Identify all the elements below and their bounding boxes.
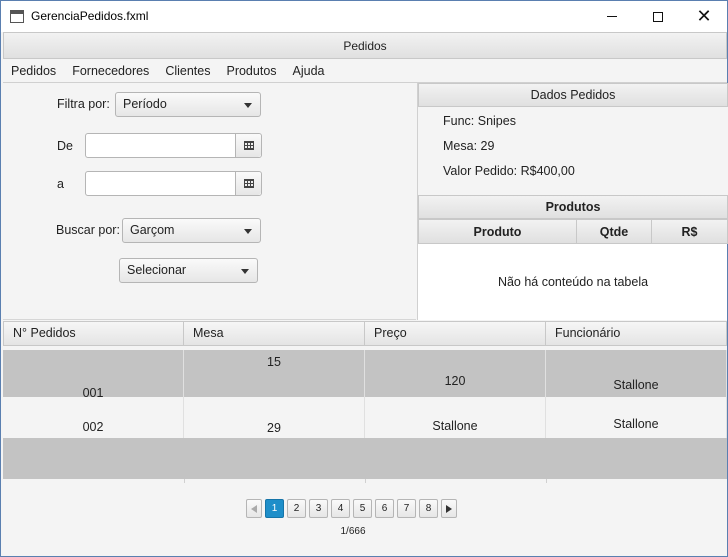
close-button[interactable]: ✕ xyxy=(681,1,727,32)
cell-n-pedido: 002 xyxy=(3,397,184,438)
table-row[interactable]: 002 29 Stallone Stallone xyxy=(3,397,727,438)
pedidos-table: N° Pedidos Mesa Preço Funcionário 001 15… xyxy=(3,321,727,483)
table-row-empty xyxy=(3,438,727,479)
pedidos-table-header: N° Pedidos Mesa Preço Funcionário xyxy=(3,321,727,346)
func-text: Func: Snipes xyxy=(443,114,516,128)
valor-pedido-text: Valor Pedido: R$400,00 xyxy=(443,164,575,178)
page-button-3[interactable]: 3 xyxy=(309,499,328,518)
menu-ajuda[interactable]: Ajuda xyxy=(285,64,333,78)
table-row[interactable]: 001 15 120 Stallone xyxy=(3,350,727,400)
window-title: GerenciaPedidos.fxml xyxy=(31,9,149,23)
page-button-8[interactable]: 8 xyxy=(419,499,438,518)
buscar-por-value: Garçom xyxy=(130,223,175,237)
dados-info: Func: Snipes Mesa: 29 Valor Pedido: R$40… xyxy=(418,107,728,195)
cell-preco: Stallone xyxy=(365,397,546,438)
page-button-1[interactable]: 1 xyxy=(265,499,284,518)
col-qtde[interactable]: Qtde xyxy=(577,219,652,244)
maximize-icon xyxy=(653,11,663,22)
dados-header: Dados Pedidos xyxy=(418,83,728,107)
a-label: a xyxy=(57,177,64,191)
prev-page-button[interactable] xyxy=(246,499,262,518)
col-rs[interactable]: R$ xyxy=(652,219,728,244)
filtra-por-value: Período xyxy=(123,97,167,111)
cell-funcionario: Stallone xyxy=(546,397,727,438)
selecionar-combo[interactable]: Selecionar xyxy=(119,258,258,283)
window-app-icon xyxy=(10,10,24,23)
col-mesa[interactable]: Mesa xyxy=(184,321,365,346)
page-button-7[interactable]: 7 xyxy=(397,499,416,518)
page-header: Pedidos xyxy=(3,32,727,59)
produtos-empty-placeholder: Não há conteúdo na tabela xyxy=(418,244,728,320)
produtos-header: Produtos xyxy=(418,195,728,219)
col-preco[interactable]: Preço xyxy=(365,321,546,346)
menu-pedidos[interactable]: Pedidos xyxy=(3,64,64,78)
cell-text: 002 xyxy=(82,420,104,434)
next-page-button[interactable] xyxy=(441,499,457,518)
chevron-right-icon xyxy=(446,504,452,513)
close-icon: ✕ xyxy=(696,5,712,27)
chevron-down-icon xyxy=(244,103,252,108)
cell-text: Stallone xyxy=(613,417,659,431)
cell-text: Stallone xyxy=(432,419,478,433)
de-label: De xyxy=(57,139,73,153)
chevron-left-icon xyxy=(251,504,257,513)
app-window: GerenciaPedidos.fxml ✕ Pedidos Pedidos F… xyxy=(0,0,728,557)
col-n-pedidos[interactable]: N° Pedidos xyxy=(3,321,184,346)
calendar-icon xyxy=(244,141,254,150)
empty-table-text: Não há conteúdo na tabela xyxy=(497,275,649,289)
selecionar-value: Selecionar xyxy=(127,263,187,277)
maximize-button[interactable] xyxy=(635,1,681,32)
buscar-por-label: Buscar por: xyxy=(56,223,120,237)
cell-text: 120 xyxy=(444,374,466,388)
cell-funcionario: Stallone xyxy=(546,350,727,397)
filtra-por-label: Filtra por: xyxy=(57,97,110,111)
produtos-title: Produtos xyxy=(545,200,601,214)
cell-text: Stallone xyxy=(613,378,659,392)
menu-clientes[interactable]: Clientes xyxy=(157,64,218,78)
calendar-icon xyxy=(244,179,254,188)
page-title: Pedidos xyxy=(343,38,387,53)
cell-text: 29 xyxy=(267,421,281,435)
column-divider xyxy=(184,479,185,483)
filter-panel: Filtra por: Período De a Buscar por: Gar… xyxy=(3,83,416,320)
filtra-por-combo[interactable]: Período xyxy=(115,92,261,117)
page-button-2[interactable]: 2 xyxy=(287,499,306,518)
buscar-por-combo[interactable]: Garçom xyxy=(122,218,261,243)
mesa-text: Mesa: 29 xyxy=(443,139,495,153)
de-calendar-button[interactable] xyxy=(235,134,261,157)
cell-mesa: 15 xyxy=(184,350,365,397)
a-calendar-button[interactable] xyxy=(235,172,261,195)
chevron-down-icon xyxy=(241,269,249,274)
a-date-picker[interactable] xyxy=(85,171,262,196)
dados-panel: Dados Pedidos Func: Snipes Mesa: 29 Valo… xyxy=(417,83,728,320)
cell-n-pedido: 001 xyxy=(3,350,184,400)
menu-bar: Pedidos Fornecedores Clientes Produtos A… xyxy=(3,59,727,83)
minimize-button[interactable] xyxy=(589,1,635,32)
title-bar: GerenciaPedidos.fxml ✕ xyxy=(1,1,727,32)
menu-produtos[interactable]: Produtos xyxy=(218,64,284,78)
col-produto[interactable]: Produto xyxy=(418,219,577,244)
page-button-6[interactable]: 6 xyxy=(375,499,394,518)
chevron-down-icon xyxy=(244,229,252,234)
pagination: 1 2 3 4 5 6 7 8 xyxy=(246,499,457,519)
column-divider xyxy=(365,479,366,483)
cell-preco: 120 xyxy=(365,350,546,397)
column-divider xyxy=(546,479,547,483)
produtos-table-header: Produto Qtde R$ xyxy=(418,219,728,244)
cell-text: 15 xyxy=(267,355,281,369)
col-funcionario[interactable]: Funcionário xyxy=(546,321,727,346)
page-button-5[interactable]: 5 xyxy=(353,499,372,518)
de-date-picker[interactable] xyxy=(85,133,262,158)
menu-fornecedores[interactable]: Fornecedores xyxy=(64,64,157,78)
page-count: 1/666 xyxy=(340,526,366,537)
cell-mesa: 29 xyxy=(184,397,365,438)
dados-title: Dados Pedidos xyxy=(530,88,616,102)
minimize-icon xyxy=(607,16,617,17)
page-button-4[interactable]: 4 xyxy=(331,499,350,518)
